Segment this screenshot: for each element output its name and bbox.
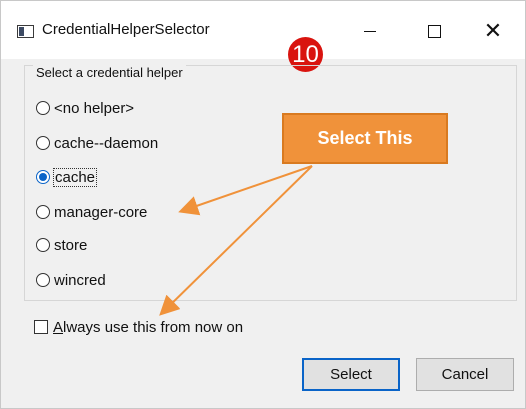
arrow-to-manager-core xyxy=(178,165,313,216)
always-use-checkbox-row[interactable]: Always use this from now on xyxy=(34,316,243,338)
select-button[interactable]: Select xyxy=(302,358,400,391)
cancel-button[interactable]: Cancel xyxy=(416,358,514,391)
always-use-checkbox[interactable] xyxy=(34,320,48,334)
callout-arrows xyxy=(159,165,313,316)
arrow-to-always-use xyxy=(159,165,313,316)
always-use-label: Always use this from now on xyxy=(53,318,244,336)
